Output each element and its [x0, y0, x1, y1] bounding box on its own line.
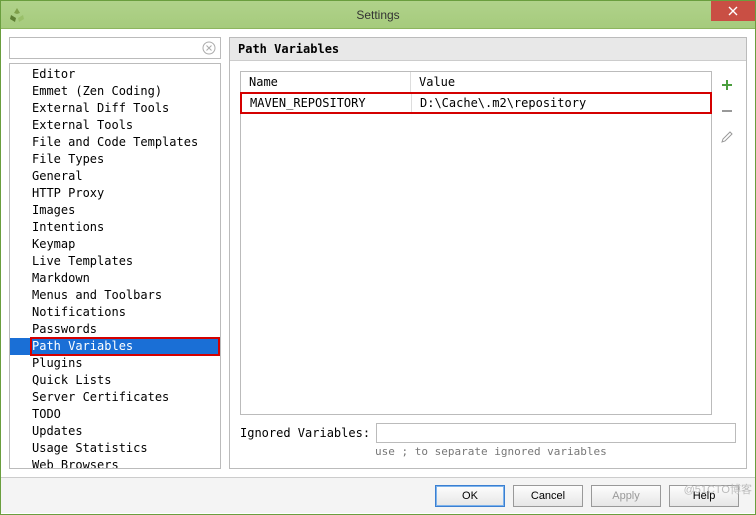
tree-item[interactable]: Editor [10, 66, 220, 83]
column-name-header[interactable]: Name [241, 72, 411, 92]
tree-item[interactable]: Keymap [10, 236, 220, 253]
table-side-buttons [712, 71, 736, 415]
tree-item-label: Keymap [32, 237, 75, 251]
panel-body: Name Value MAVEN_REPOSITORYD:\Cache\.m2\… [230, 61, 746, 468]
ignored-row: Ignored Variables: [240, 423, 736, 443]
ok-button[interactable]: OK [435, 485, 505, 507]
tree-item-label: Live Templates [32, 254, 133, 268]
tree-item-label: Markdown [32, 271, 90, 285]
tree-item[interactable]: File Types [10, 151, 220, 168]
add-button[interactable] [719, 77, 735, 93]
tree-item-label: File and Code Templates [32, 135, 198, 149]
tree-item[interactable]: File and Code Templates [10, 134, 220, 151]
table-header: Name Value [241, 72, 711, 93]
tree-item-label: Web Browsers [32, 458, 119, 469]
tree-item-label: Emmet (Zen Coding) [32, 84, 162, 98]
tree-item[interactable]: Passwords [10, 321, 220, 338]
tree-item-label: External Diff Tools [32, 101, 169, 115]
left-pane: Editor Emmet (Zen Coding) External Diff To… [9, 37, 221, 469]
cell-name[interactable]: MAVEN_REPOSITORY [242, 94, 412, 112]
cell-value[interactable]: D:\Cache\.m2\repository [412, 94, 710, 112]
tree-item[interactable]: Markdown [10, 270, 220, 287]
tree-item-label: HTTP Proxy [32, 186, 104, 200]
tree-item-label: Usage Statistics [32, 441, 148, 455]
footer: OK Cancel Apply Help [1, 477, 755, 513]
ignored-variables-input[interactable] [376, 423, 736, 443]
search-row [9, 37, 221, 59]
variables-table[interactable]: Name Value MAVEN_REPOSITORYD:\Cache\.m2\… [240, 71, 712, 415]
tree-item-label: Images [32, 203, 75, 217]
right-pane: Path Variables Name Value MAVEN_REPOSITO… [229, 37, 747, 469]
table-row[interactable]: MAVEN_REPOSITORYD:\Cache\.m2\repository [242, 94, 710, 112]
ignored-hint: use ; to separate ignored variables [375, 445, 736, 458]
tree-item[interactable]: Notifications [10, 304, 220, 321]
column-value-header[interactable]: Value [411, 72, 711, 92]
settings-window: Settings Editor Emmet (Zen Coding) Externa… [0, 0, 756, 515]
tree-item-label: Intentions [32, 220, 104, 234]
settings-tree[interactable]: Editor Emmet (Zen Coding) External Diff To… [9, 63, 221, 469]
watermark: @51CTO博客 [684, 481, 752, 497]
content-area: Editor Emmet (Zen Coding) External Diff To… [1, 29, 755, 477]
tree-item-label: External Tools [32, 118, 133, 132]
tree-item-label: File Types [32, 152, 104, 166]
tree-item-label: TODO [32, 407, 61, 421]
app-icon [9, 7, 25, 23]
search-input[interactable] [10, 41, 202, 55]
window-title: Settings [356, 8, 399, 22]
clear-search-icon[interactable] [202, 41, 216, 55]
tree-item[interactable]: Server Certificates [10, 389, 220, 406]
tree-item[interactable]: Menus and Toolbars [10, 287, 220, 304]
edit-button[interactable] [719, 129, 735, 145]
table-area: Name Value MAVEN_REPOSITORYD:\Cache\.m2\… [240, 71, 736, 415]
tree-item-label: Plugins [32, 356, 83, 370]
tree-item[interactable]: External Tools [10, 117, 220, 134]
tree-item-label: Server Certificates [32, 390, 169, 404]
tree-item[interactable]: Images [10, 202, 220, 219]
tree-item-label: Passwords [32, 322, 97, 336]
tree-item[interactable]: General [10, 168, 220, 185]
apply-button[interactable]: Apply [591, 485, 661, 507]
tree-item-label: Quick Lists [32, 373, 111, 387]
tree-item[interactable]: Usage Statistics [10, 440, 220, 457]
tree-item[interactable]: Plugins [10, 355, 220, 372]
tree-item-label: Editor [32, 67, 75, 81]
tree-item[interactable]: Live Templates [10, 253, 220, 270]
tree-item-label: Updates [32, 424, 83, 438]
tree-item[interactable]: Web Browsers [10, 457, 220, 469]
tree-item[interactable]: Quick Lists [10, 372, 220, 389]
tree-item[interactable]: Path Variables [10, 338, 220, 355]
tree-item-label: Notifications [32, 305, 126, 319]
close-button[interactable] [711, 1, 755, 21]
ignored-label: Ignored Variables: [240, 426, 370, 440]
tree-item-label: Path Variables [32, 339, 218, 354]
panel-title: Path Variables [230, 38, 746, 61]
tree-item[interactable]: Updates [10, 423, 220, 440]
remove-button[interactable] [719, 103, 735, 119]
tree-item[interactable]: Emmet (Zen Coding) [10, 83, 220, 100]
tree-item-label: General [32, 169, 83, 183]
tree-item-label: Menus and Toolbars [32, 288, 162, 302]
tree-item[interactable]: External Diff Tools [10, 100, 220, 117]
tree-item[interactable]: HTTP Proxy [10, 185, 220, 202]
titlebar[interactable]: Settings [1, 1, 755, 29]
tree-item[interactable]: Intentions [10, 219, 220, 236]
tree-item[interactable]: TODO [10, 406, 220, 423]
cancel-button[interactable]: Cancel [513, 485, 583, 507]
